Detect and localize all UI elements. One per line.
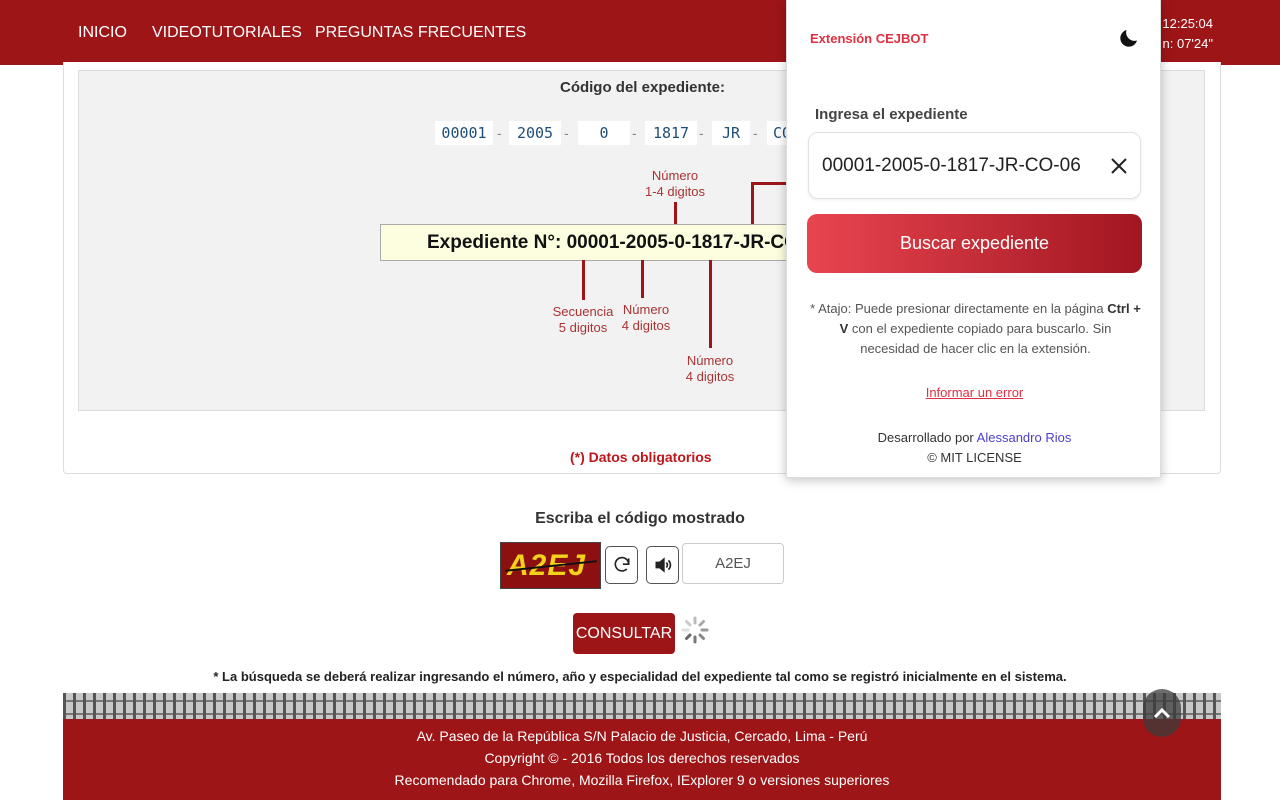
code-separator: -	[564, 125, 569, 141]
nav-preguntas-frecuentes[interactable]: PREGUNTAS FRECUENTES	[315, 24, 526, 42]
license-text: © MIT LICENSE	[927, 450, 1022, 465]
required-fields-note: (*) Datos obligatorios	[570, 449, 712, 465]
pointer-line	[582, 260, 585, 300]
footer: Av. Paseo de la República S/N Palacio de…	[63, 719, 1221, 800]
expediente-field-label: Ingresa el expediente	[815, 106, 968, 123]
example-expediente: Expediente N°: 00001-2005-0-1817-JR-CO	[380, 224, 820, 261]
search-note: * La búsqueda se deberá realizar ingresa…	[213, 669, 1067, 684]
code-segment-anio: 2005	[509, 121, 561, 145]
captcha-input[interactable]	[682, 543, 784, 584]
developer-credit: Desarrollado por Alessandro Rios	[877, 430, 1072, 445]
session-timer: n: 07'24"	[1162, 36, 1213, 51]
expediente-input[interactable]	[808, 132, 1141, 199]
footer-address: Av. Paseo de la República S/N Palacio de…	[416, 728, 868, 744]
shortcut-hint: * Atajo: Puede presionar directamente en…	[810, 301, 1141, 356]
consultar-button[interactable]: CONSULTAR	[573, 613, 675, 654]
spinner-icon	[681, 616, 709, 644]
code-separator: -	[699, 125, 704, 141]
pointer-line	[674, 202, 677, 225]
close-icon[interactable]	[1107, 154, 1131, 178]
extension-title: Extensión CEJBOT	[810, 31, 929, 46]
pointer-line	[751, 182, 787, 185]
code-separator: -	[632, 125, 637, 141]
code-segment-numero: 00001	[435, 121, 493, 145]
code-separator: -	[497, 125, 502, 141]
refresh-captcha-button[interactable]	[605, 546, 638, 584]
session-clock: 12:25:04 n: 07'24"	[1162, 14, 1213, 54]
label-numero-4: Número 4 digitos	[621, 302, 671, 333]
moon-icon[interactable]	[1117, 26, 1141, 50]
code-segment-incidente: 0	[578, 121, 630, 145]
nav-inicio[interactable]: INICIO	[78, 24, 127, 42]
label-numero-4: Número 4 digitos	[685, 353, 735, 384]
audio-captcha-button[interactable]	[646, 546, 679, 584]
footer-browsers: Recomendado para Chrome, Mozilla Firefox…	[394, 772, 890, 788]
footer-copyright: Copyright © - 2016 Todos los derechos re…	[484, 750, 800, 766]
pointer-line	[709, 260, 712, 348]
nav-videotutoriales[interactable]: VIDEOTUTORIALES	[152, 24, 302, 42]
report-error-link[interactable]: Informar un error	[787, 385, 1162, 400]
clock-time: 12:25:04	[1162, 16, 1213, 31]
pointer-line	[751, 182, 754, 225]
scroll-top-button[interactable]	[1143, 689, 1181, 737]
pointer-line	[641, 260, 644, 298]
code-segment-distrito: 1817	[645, 121, 697, 145]
captcha-title: Escriba el código mostrado	[535, 510, 745, 527]
author-link[interactable]: Alessandro Rios	[977, 430, 1072, 445]
speaker-icon	[655, 557, 671, 573]
chevron-up-icon	[1153, 707, 1171, 719]
refresh-icon	[614, 556, 629, 572]
cejbot-extension-popup: Extensión CEJBOT Ingresa el expediente B…	[786, 0, 1161, 478]
code-separator: -	[753, 125, 758, 141]
buscar-expediente-button[interactable]: Buscar expediente	[807, 214, 1142, 273]
footer-pattern	[63, 693, 1221, 719]
label-numero-1-4: Número 1-4 digitos	[645, 168, 705, 199]
captcha-image: A2EJ	[500, 542, 601, 589]
code-segment-organo: JR	[712, 121, 750, 145]
